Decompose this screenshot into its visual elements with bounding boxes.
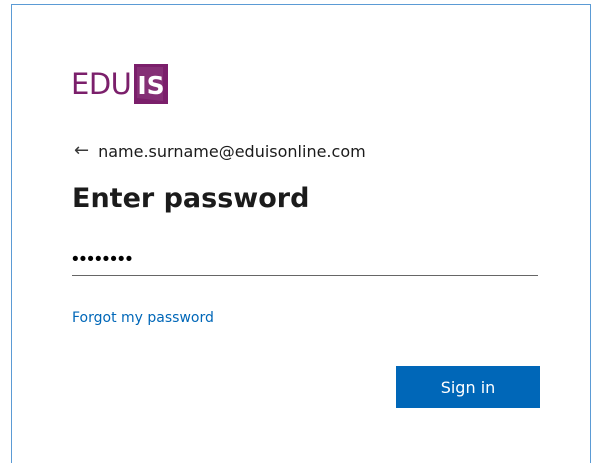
logo-box-icon: IS — [134, 64, 169, 104]
forgot-password-link[interactable]: Forgot my password — [72, 310, 214, 326]
password-field[interactable] — [72, 244, 538, 276]
identity-banner: ← name.surname@eduisonline.com — [74, 139, 366, 163]
logo-text: EDU — [71, 67, 132, 101]
page-title: Enter password — [72, 183, 310, 214]
account-email: name.surname@eduisonline.com — [98, 141, 366, 161]
sign-in-button[interactable]: Sign in — [396, 366, 540, 408]
edu-is-logo: EDU IS — [71, 64, 169, 104]
logo-box-text: IS — [138, 71, 165, 100]
left-arrow-icon[interactable]: ← — [74, 141, 89, 161]
